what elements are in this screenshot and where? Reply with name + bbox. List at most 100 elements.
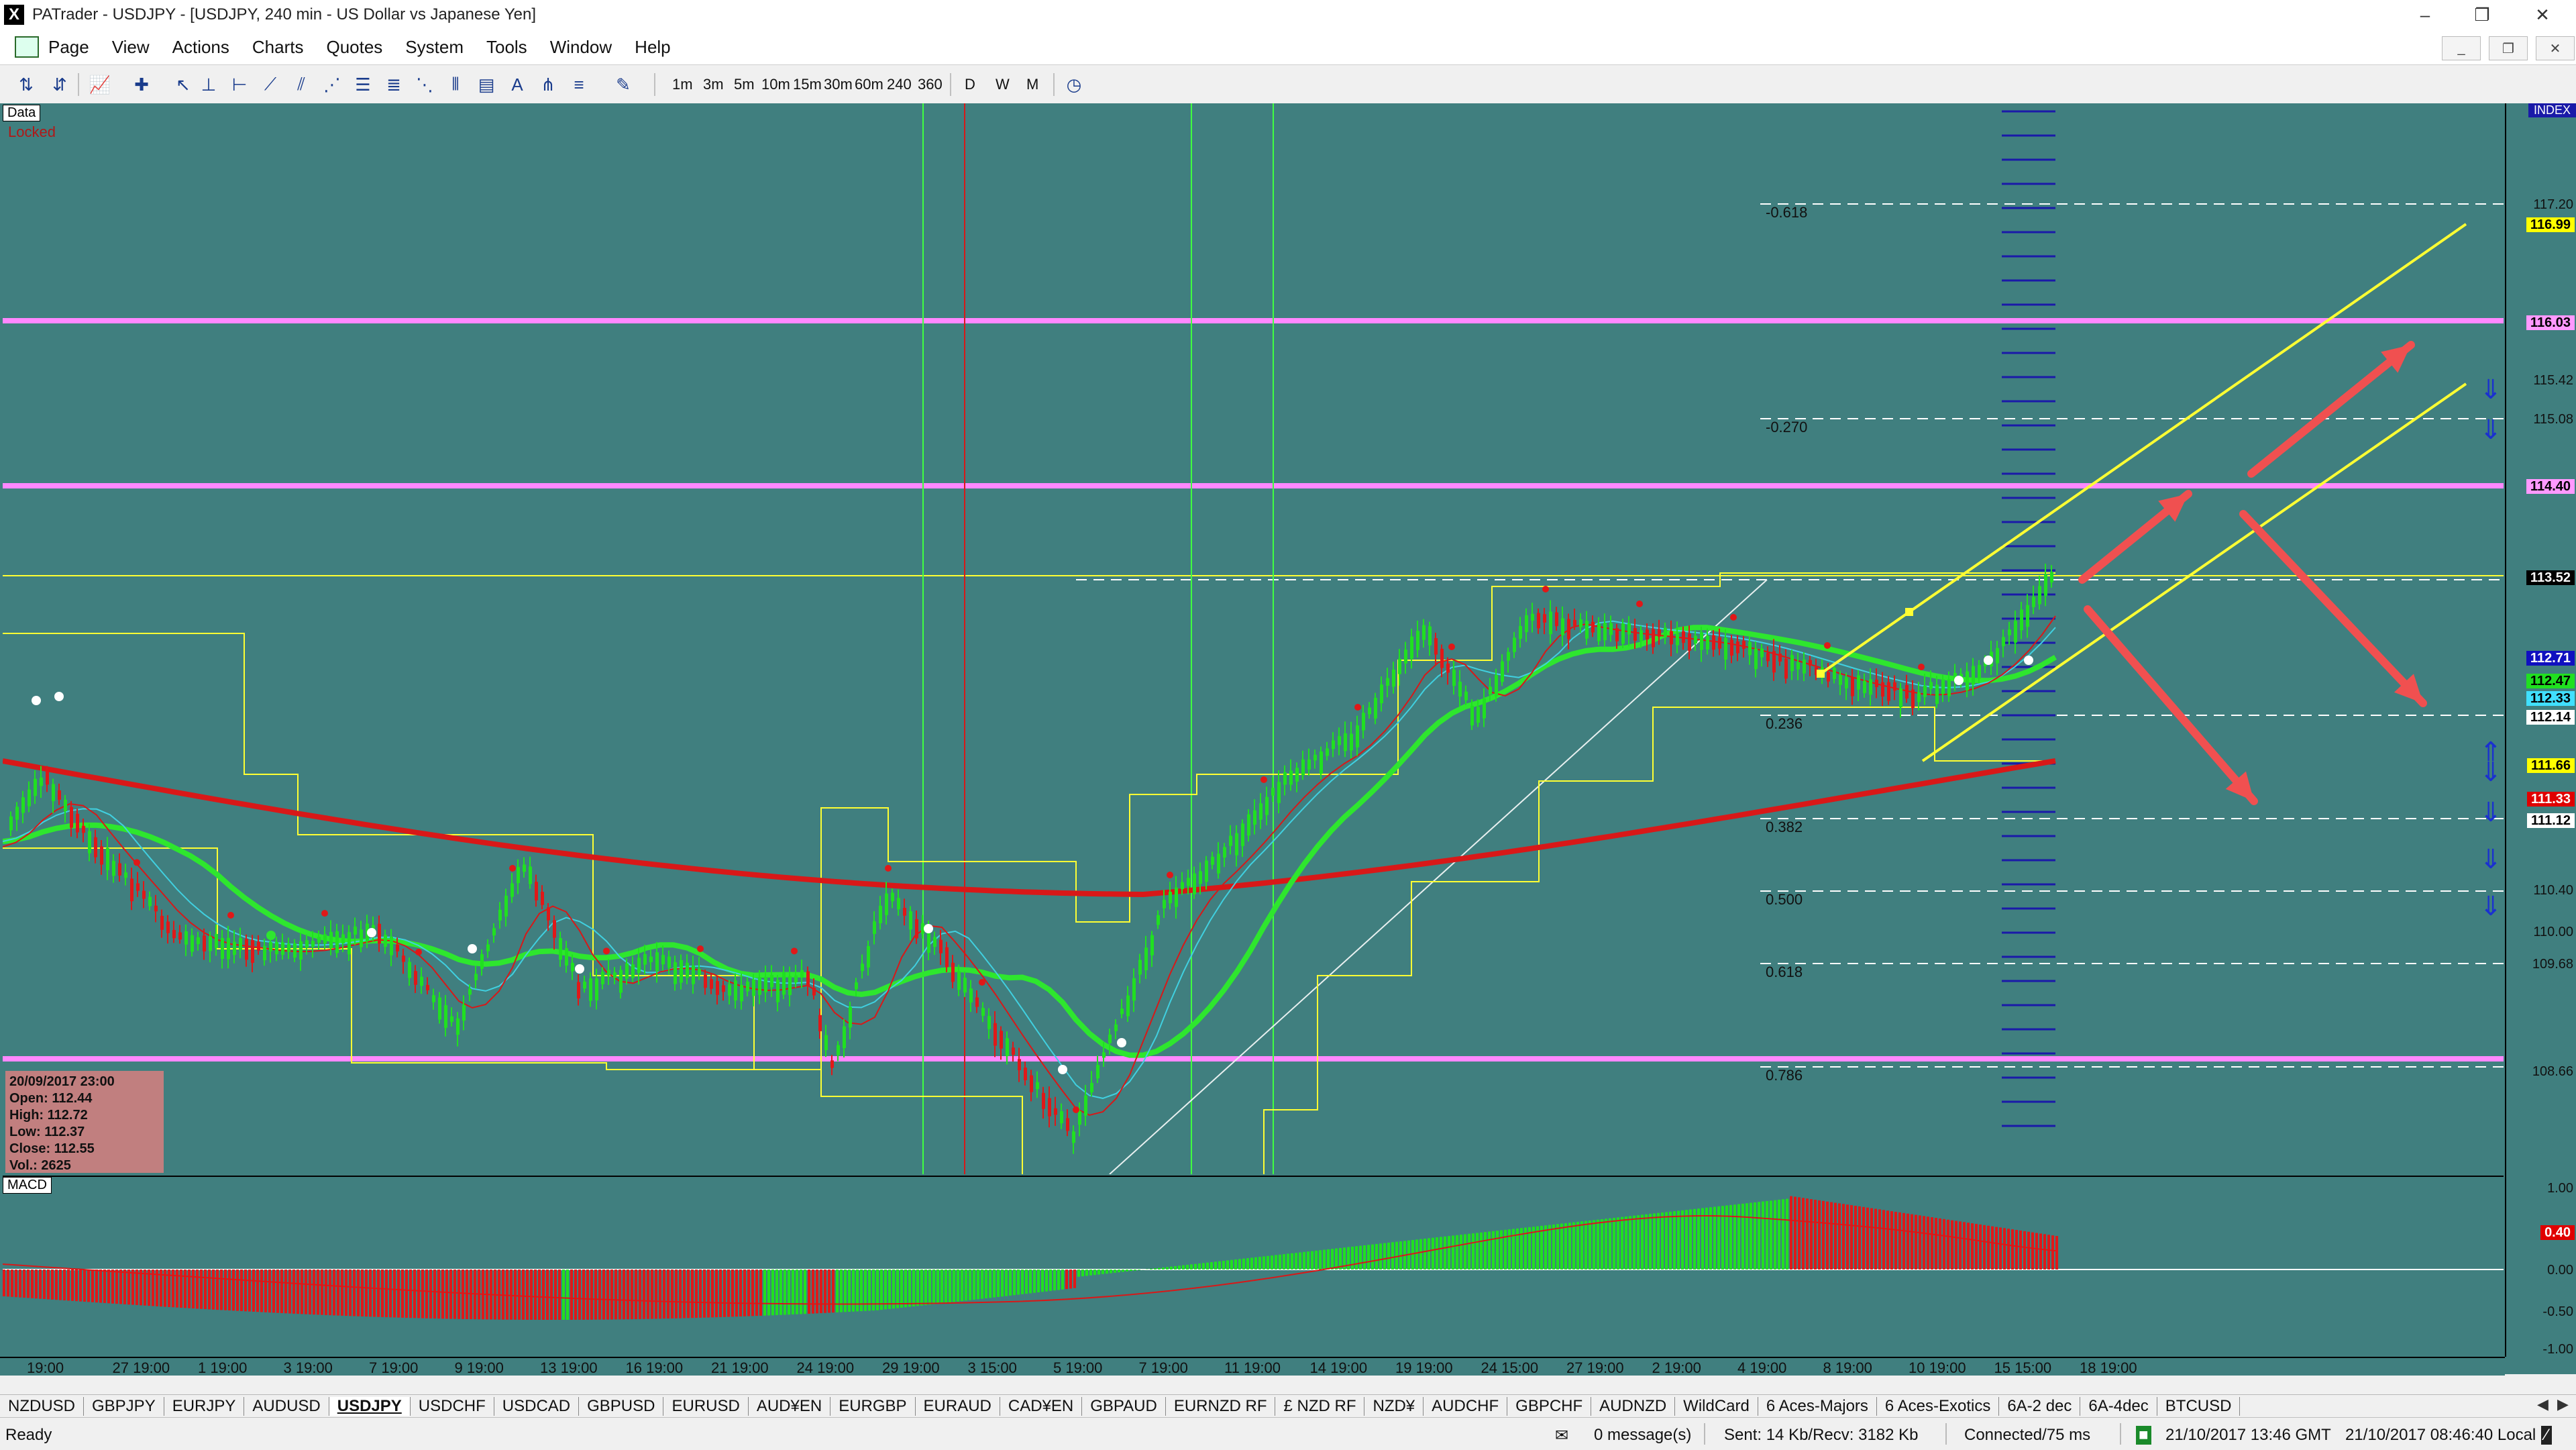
candle-body	[1790, 655, 1794, 671]
menu-help[interactable]: Help	[635, 37, 670, 58]
candle-body	[867, 946, 870, 968]
trendline-icon[interactable]: ⟋	[258, 72, 283, 97]
price-chart[interactable]: ⇓⇓⇑⇓⇓⇓⇓	[3, 103, 2504, 1174]
restore-button[interactable]: ❐	[2452, 0, 2512, 30]
gann-icon[interactable]: ⋱	[412, 72, 437, 97]
candle-body	[1724, 638, 1727, 660]
tab-usdchf[interactable]: USDCHF	[411, 1397, 494, 1416]
tf-30m[interactable]: 30m	[824, 73, 853, 96]
minimize-button[interactable]: –	[2395, 0, 2455, 30]
mdi-close-button[interactable]: ✕	[2536, 36, 2575, 60]
candle-body	[1108, 1035, 1112, 1043]
tab-aud-en[interactable]: AUD¥EN	[749, 1397, 830, 1416]
tab-cad-en[interactable]: CAD¥EN	[1000, 1397, 1082, 1416]
price-candle	[1301, 751, 1305, 780]
tab-audnzd[interactable]: AUDNZD	[1591, 1397, 1675, 1416]
tab-gbpjpy[interactable]: GBPJPY	[84, 1397, 164, 1416]
chart-page-icon[interactable]	[15, 36, 39, 58]
tf-240[interactable]: 240	[887, 73, 912, 96]
menu-view[interactable]: View	[112, 37, 150, 58]
time-axis[interactable]: 19:0027 19:001 19:003 19:007 19:009 19:0…	[0, 1357, 2505, 1376]
menu-charts[interactable]: Charts	[252, 37, 304, 58]
tab-6-aces-majors[interactable]: 6 Aces-Majors	[1758, 1397, 1877, 1416]
price-axis[interactable]: INDEX 117.20 115.42 115.08 110.40 110.00…	[2505, 103, 2576, 1357]
tf-360[interactable]: 360	[918, 73, 943, 96]
tf-5m[interactable]: 5m	[734, 73, 755, 96]
fan-icon[interactable]: ⋰	[319, 72, 345, 97]
signal-dot	[1058, 1065, 1067, 1074]
price-candle	[281, 933, 284, 960]
tf-10m[interactable]: 10m	[761, 73, 790, 96]
tf-60m[interactable]: 60m	[855, 73, 883, 96]
menu-page[interactable]: Page	[48, 37, 89, 58]
macd-bar	[1782, 1199, 1784, 1270]
tab-btcusd[interactable]: BTCUSD	[2157, 1397, 2241, 1416]
tab-scroll-right-icon[interactable]: ▶	[2557, 1396, 2569, 1413]
macd-bar	[1601, 1219, 1603, 1270]
clock-icon[interactable]: ◷	[1061, 72, 1087, 97]
macd-bar	[840, 1270, 843, 1312]
tab-eurgbp[interactable]: EURGBP	[830, 1397, 915, 1416]
levels-icon[interactable]: ≡	[566, 72, 592, 97]
tab-wildcard[interactable]: WildCard	[1675, 1397, 1758, 1416]
period-daily[interactable]: D	[965, 73, 975, 96]
chart-area[interactable]: ⇓⇓⇑⇓⇓⇓⇓ Data Locked MACD 20/09/2017 23:0…	[0, 103, 2576, 1374]
tab-gbpusd[interactable]: GBPUSD	[579, 1397, 663, 1416]
tf-1m[interactable]: 1m	[672, 73, 693, 96]
tab-6a-2-dec[interactable]: 6A-2 dec	[1999, 1397, 2080, 1416]
tab-gbpaud[interactable]: GBPAUD	[1082, 1397, 1166, 1416]
menu-quotes[interactable]: Quotes	[326, 37, 382, 58]
close-button[interactable]: ✕	[2512, 0, 2573, 30]
menu-actions[interactable]: Actions	[172, 37, 229, 58]
tab-audusd[interactable]: AUDUSD	[244, 1397, 329, 1416]
tab-eurusd[interactable]: EURUSD	[663, 1397, 748, 1416]
crosshair-icon[interactable]: ✚	[129, 72, 154, 97]
tab-6-aces-exotics[interactable]: 6 Aces-Exotics	[1877, 1397, 1999, 1416]
bars-down-icon[interactable]: ⇵	[47, 72, 72, 97]
tab-6a-4dec[interactable]: 6A-4dec	[2080, 1397, 2157, 1416]
period-monthly[interactable]: M	[1026, 73, 1038, 96]
tab-gbpchf[interactable]: GBPCHF	[1507, 1397, 1591, 1416]
tab-eurjpy[interactable]: EURJPY	[164, 1397, 245, 1416]
price-candle	[698, 957, 701, 980]
fib-retrace-icon[interactable]: ☰	[350, 72, 376, 97]
menu-tools[interactable]: Tools	[486, 37, 527, 58]
candle-body	[1199, 871, 1202, 884]
tab-nzdusd[interactable]: NZDUSD	[0, 1397, 84, 1416]
rectangle-icon[interactable]: ▤	[474, 72, 499, 97]
channel-icon[interactable]: ⫽	[288, 72, 314, 97]
menu-system[interactable]: System	[405, 37, 464, 58]
candle-body	[1374, 698, 1377, 719]
cycles-icon[interactable]: ⦀	[443, 72, 468, 97]
tf-3m[interactable]: 3m	[703, 73, 724, 96]
fib-extension-icon[interactable]: ≣	[381, 72, 407, 97]
tab-nzd-[interactable]: NZD¥	[1364, 1397, 1424, 1416]
mdi-restore-button[interactable]: ❐	[2489, 36, 2528, 60]
macd-chart[interactable]	[3, 1176, 2504, 1358]
text-tool-icon[interactable]: A	[504, 72, 530, 97]
tf-15m[interactable]: 15m	[793, 73, 822, 96]
message-icon[interactable]: ✉	[1555, 1426, 1568, 1445]
period-weekly[interactable]: W	[996, 73, 1010, 96]
macd-bar	[1613, 1218, 1615, 1270]
tab-usdcad[interactable]: USDCAD	[494, 1397, 579, 1416]
candle-body	[414, 971, 417, 985]
menu-window[interactable]: Window	[550, 37, 612, 58]
tab-euraud[interactable]: EURAUD	[916, 1397, 1000, 1416]
candle-body	[746, 982, 749, 991]
vline-icon[interactable]: ⊢	[227, 72, 252, 97]
tab-audchf[interactable]: AUDCHF	[1424, 1397, 1507, 1416]
draw-settings-icon[interactable]: ✎	[610, 72, 636, 97]
pointer-icon[interactable]: ↖	[170, 72, 196, 97]
pitchfork-icon[interactable]: ⋔	[535, 72, 561, 97]
macd-bar	[530, 1270, 533, 1320]
tab-eurnzd-rf[interactable]: EURNZD RF	[1166, 1397, 1276, 1416]
tab-scroll-left-icon[interactable]: ◀	[2537, 1396, 2548, 1413]
hline-icon[interactable]: ⊥	[196, 72, 221, 97]
tab--nzd-rf[interactable]: £ NZD RF	[1275, 1397, 1364, 1416]
chart-type-icon[interactable]: 📈	[87, 72, 113, 97]
macd-bar	[1206, 1263, 1209, 1270]
bars-up-icon[interactable]: ⇅	[13, 72, 39, 97]
mdi-minimize-button[interactable]: _	[2442, 36, 2481, 60]
tab-usdjpy[interactable]: USDJPY	[329, 1397, 411, 1416]
